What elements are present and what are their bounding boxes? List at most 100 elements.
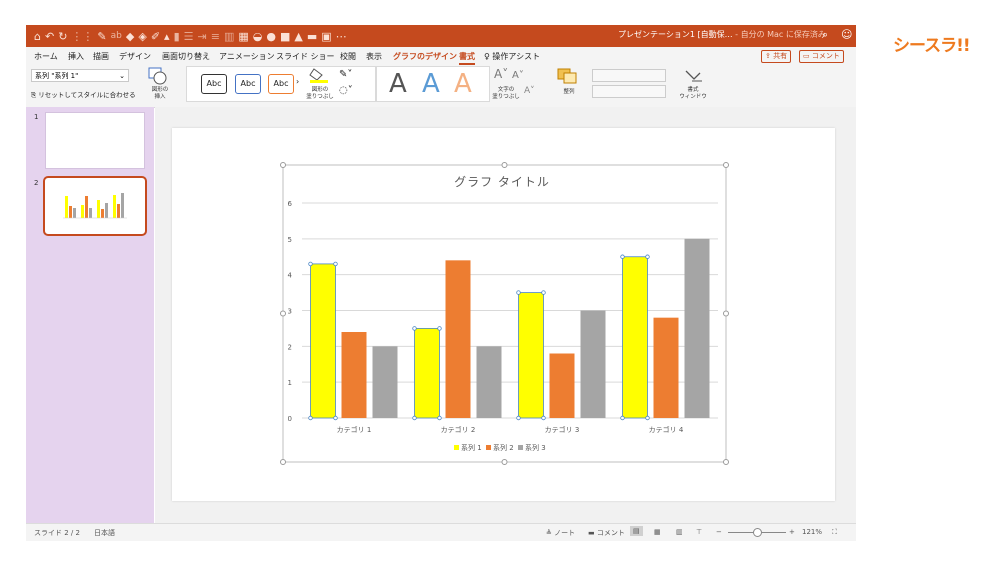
tab-insert[interactable]: 挿入 xyxy=(68,51,84,62)
comments-status-button[interactable]: ▬ コメント xyxy=(588,528,625,538)
zoom-slider-thumb[interactable] xyxy=(753,528,762,537)
shape-fill-icon[interactable]: ◈ xyxy=(138,30,146,43)
text-box-icon[interactable]: ab xyxy=(111,31,122,41)
bar xyxy=(310,263,336,419)
home-icon[interactable]: ⌂ xyxy=(34,30,41,43)
text-outline-icon[interactable]: A˅ xyxy=(512,70,524,81)
notes-button[interactable]: ≜ ノート xyxy=(546,528,575,538)
reading-view-icon[interactable]: ▥ xyxy=(676,528,683,536)
reset-style-button[interactable]: ⎘ リセットしてスタイルに合わせる xyxy=(31,89,136,100)
series-selection-handle xyxy=(620,254,625,259)
tab-chart-design[interactable]: グラフのデザイン xyxy=(393,51,457,62)
format-pane-label: 書式 ウィンドウ xyxy=(679,87,707,100)
slideshow-view-icon[interactable]: ⊤ xyxy=(696,528,702,536)
shape-icon xyxy=(148,67,167,85)
fit-slide-icon[interactable]: ⛶ xyxy=(832,528,837,537)
tab-slideshow[interactable]: スライド ショー xyxy=(276,51,335,62)
series-selection-handle xyxy=(308,261,313,267)
align-icon[interactable]: ≡ xyxy=(211,30,220,43)
wordart-style-2[interactable]: A xyxy=(422,69,440,99)
arrange-button[interactable] xyxy=(556,67,580,87)
thumbnail-number: 1 xyxy=(34,113,39,121)
bar xyxy=(341,332,367,418)
legend-label: 系列 3 xyxy=(525,443,546,452)
sorter-view-icon[interactable]: ▦ xyxy=(654,528,661,536)
line-icon[interactable]: ▬ xyxy=(307,30,317,43)
tab-format[interactable]: 書式 xyxy=(459,51,475,65)
slide-thumbnail-2[interactable] xyxy=(43,176,147,236)
redo-icon[interactable]: ↻ xyxy=(58,30,67,43)
shape-fill-button[interactable] xyxy=(308,67,332,85)
share-button[interactable]: ⇪ 共有 xyxy=(761,50,792,63)
account-icon[interactable]: ☺ xyxy=(841,28,852,41)
slide-thumbnail-1[interactable] xyxy=(45,112,145,169)
pen-icon[interactable]: ✐ xyxy=(151,30,160,43)
gallery-more-icon[interactable]: › xyxy=(296,77,299,86)
text-fill-icon[interactable]: A˅ A˅ xyxy=(494,67,524,81)
tab-view[interactable]: 表示 xyxy=(366,51,382,62)
ribbon-tabs: ホーム 挿入 描画 デザイン 画面切り替え アニメーション スライド ショー 校… xyxy=(26,47,856,65)
square-icon[interactable]: ■ xyxy=(280,30,290,43)
insert-shape-button[interactable] xyxy=(148,67,178,87)
comments-status-label: コメント xyxy=(596,529,625,537)
picture-icon[interactable]: ▣ xyxy=(321,30,331,43)
language-indicator[interactable]: 日本語 xyxy=(94,528,115,538)
shape-outline-icon[interactable]: ✎˅ xyxy=(339,69,352,80)
doc-name: プレゼンテーション1 [自動保… xyxy=(618,30,733,39)
normal-view-icon[interactable]: ▤ xyxy=(630,526,643,536)
width-field[interactable] xyxy=(592,85,666,98)
bar xyxy=(414,328,440,419)
wordart-style-3[interactable]: A xyxy=(454,69,472,99)
notes-label: ノート xyxy=(554,529,576,537)
shape-style-2[interactable]: Abc xyxy=(235,74,261,94)
bold-icon[interactable]: ▮ xyxy=(174,30,180,43)
height-field[interactable] xyxy=(592,69,666,82)
font-color-icon[interactable]: ▴ xyxy=(164,30,170,43)
chart-resize-handle xyxy=(280,459,286,465)
list-icon[interactable]: ☰ xyxy=(184,30,194,43)
indent-icon[interactable]: ⇥ xyxy=(198,30,207,43)
series-selection-handle xyxy=(645,254,650,259)
more-icon[interactable]: ⋯ xyxy=(336,30,347,43)
zoom-out-icon[interactable]: − xyxy=(716,528,722,536)
zoom-level[interactable]: 121% xyxy=(802,528,822,536)
search-icon[interactable]: ⌕ xyxy=(822,28,828,42)
text-effects-icon[interactable]: A˅ xyxy=(524,86,535,96)
x-tick-label: カテゴリ 4 xyxy=(649,425,684,434)
shape-style-1[interactable]: Abc xyxy=(201,74,227,94)
tab-animations[interactable]: アニメーション xyxy=(219,51,275,62)
quick-access-toolbar: ⌂ ↶ ↻ ⋮⋮ ✎ ab ◆ ◈ ✐ ▴ ▮ ☰ ⇥ ≡ ▥ ▦ ◒ ● ■ … xyxy=(34,25,347,47)
triangle-icon[interactable]: ▲ xyxy=(294,30,302,43)
format-painter-icon[interactable]: ✎ xyxy=(97,30,106,43)
grid-icon[interactable]: ⋮⋮ xyxy=(71,30,93,43)
tab-review[interactable]: 校閲 xyxy=(340,51,356,62)
tab-transitions[interactable]: 画面切り替え xyxy=(162,51,210,62)
bucket-icon[interactable]: ◒ xyxy=(253,30,263,43)
tab-draw[interactable]: 描画 xyxy=(93,51,109,62)
bar xyxy=(622,256,648,419)
bar xyxy=(653,317,679,418)
zoom-in-icon[interactable]: + xyxy=(789,528,795,536)
assist-label: 操作アシスト xyxy=(492,52,541,61)
comment-label: コメント xyxy=(811,52,840,60)
undo-icon[interactable]: ↶ xyxy=(45,30,54,43)
chart-title: グラフ タイトル xyxy=(454,175,550,189)
tell-me-search[interactable]: ♀ 操作アシスト xyxy=(484,51,540,62)
tab-design[interactable]: デザイン xyxy=(119,51,151,62)
wordart-style-1[interactable]: A xyxy=(389,69,407,99)
slide-canvas[interactable]: グラフ タイトル 0 1 2 3 4 5 6 カテゴリ 1 カテゴリ 2 カテゴリ 3 カテゴリ 4 系… xyxy=(172,128,835,501)
bar xyxy=(372,346,398,418)
y-tick-label: 6 xyxy=(288,200,293,208)
table-icon[interactable]: ▦ xyxy=(238,30,248,43)
column-icon[interactable]: ▥ xyxy=(224,30,234,43)
shape-effects-icon[interactable]: ◌˅ xyxy=(339,85,353,96)
comments-button[interactable]: ▭ コメント xyxy=(799,50,844,63)
shape-style-3[interactable]: Abc xyxy=(268,74,294,94)
circle-icon[interactable]: ● xyxy=(266,30,276,43)
format-pane-button[interactable] xyxy=(682,67,706,87)
chart-element-select[interactable]: 系列 "系列 1" ⌄ xyxy=(31,69,129,82)
shape-fill-label: 図形の 塗りつぶし xyxy=(306,87,334,100)
chart[interactable]: グラフ タイトル 0 1 2 3 4 5 6 カテゴリ 1 カテゴリ 2 カテゴリ 3 カテゴリ 4 系… xyxy=(172,128,835,501)
tab-home[interactable]: ホーム xyxy=(34,51,58,62)
fill-icon[interactable]: ◆ xyxy=(126,30,134,43)
